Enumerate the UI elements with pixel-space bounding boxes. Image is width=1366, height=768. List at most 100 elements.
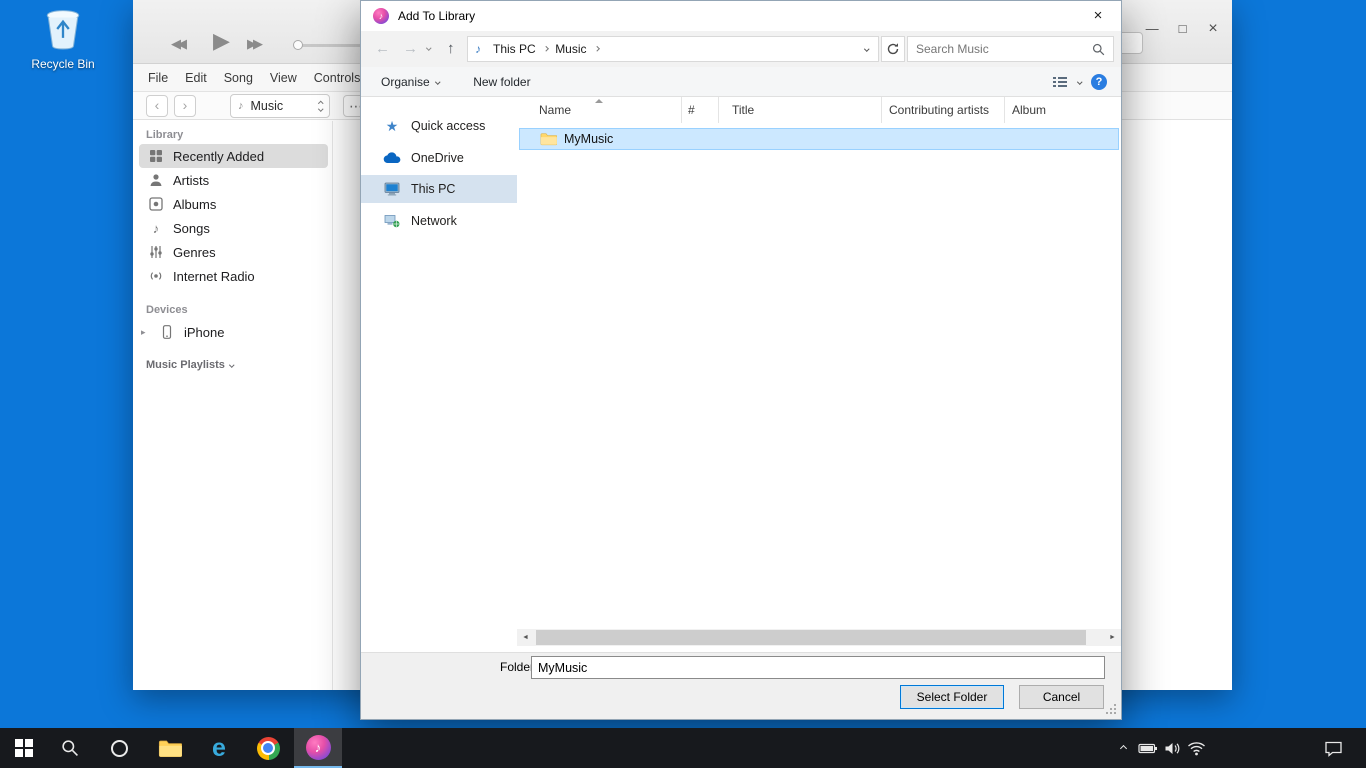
toolbar-right-group: ? bbox=[1052, 74, 1108, 90]
menu-edit[interactable]: Edit bbox=[185, 71, 207, 85]
chevron-up-icon bbox=[1119, 744, 1126, 751]
recent-locations-chevron[interactable] bbox=[426, 45, 431, 50]
rewind-button[interactable]: ◀◀ bbox=[171, 36, 183, 52]
breadcrumb-chevron-icon[interactable] bbox=[594, 47, 599, 52]
file-row-mymusic[interactable]: MyMusic bbox=[519, 128, 1119, 150]
music-playlists-header[interactable]: Music Playlists bbox=[146, 359, 233, 371]
menu-file[interactable]: File bbox=[148, 71, 168, 85]
media-picker-dropdown[interactable]: ♪ Music bbox=[230, 94, 330, 118]
dialog-title: Add To Library bbox=[398, 9, 475, 23]
cancel-button[interactable]: Cancel bbox=[1019, 685, 1104, 709]
sidebar-item-artists[interactable]: Artists bbox=[139, 168, 328, 192]
breadcrumb-chevron-icon[interactable] bbox=[543, 47, 548, 52]
sidebar-item-albums[interactable]: Albums bbox=[139, 192, 328, 216]
new-folder-button[interactable]: New folder bbox=[473, 75, 530, 89]
column-header-contributing-artists[interactable]: Contributing artists bbox=[882, 97, 1005, 123]
organise-button[interactable]: Organise bbox=[381, 75, 439, 89]
column-header-number[interactable]: # bbox=[682, 97, 719, 123]
dialog-footer: Folder: Select Folder Cancel bbox=[361, 652, 1121, 719]
sidebar-item-iphone[interactable]: ▸ iPhone bbox=[139, 320, 328, 344]
breadcrumb-music[interactable]: Music bbox=[550, 37, 591, 61]
file-explorer-button[interactable] bbox=[146, 728, 194, 768]
search-box[interactable] bbox=[907, 36, 1114, 62]
minimize-button[interactable]: — bbox=[1139, 21, 1165, 36]
sidebar-item-label: Genres bbox=[173, 245, 216, 260]
search-input[interactable] bbox=[916, 42, 1086, 56]
battery-glyph bbox=[1138, 740, 1158, 757]
sidebar-item-internet-radio[interactable]: Internet Radio bbox=[139, 264, 328, 288]
play-button[interactable]: ▶ bbox=[213, 28, 230, 54]
recycle-bin-icon[interactable]: Recycle Bin bbox=[28, 8, 98, 71]
sidebar-item-recently-added[interactable]: Recently Added bbox=[139, 144, 328, 168]
back-button[interactable]: ← bbox=[375, 40, 390, 58]
column-header-album[interactable]: Album bbox=[1005, 97, 1121, 123]
song-note-icon: ♪ bbox=[148, 221, 164, 236]
nav-item-label: Quick access bbox=[411, 119, 485, 133]
folder-name-input[interactable] bbox=[531, 656, 1105, 679]
column-header-title[interactable]: Title bbox=[719, 97, 882, 123]
dialog-titlebar[interactable]: ♪ Add To Library × bbox=[361, 1, 1121, 31]
refresh-button[interactable] bbox=[881, 36, 905, 62]
internet-explorer-button[interactable]: e bbox=[195, 728, 243, 768]
itunes-icon: ♪ bbox=[306, 735, 331, 760]
forward-button[interactable]: → bbox=[403, 40, 418, 58]
nav-item-label: This PC bbox=[411, 182, 455, 196]
details-view-icon[interactable] bbox=[1052, 75, 1068, 89]
sidebar-item-label: Songs bbox=[173, 221, 210, 236]
volume-icon[interactable] bbox=[1160, 728, 1184, 768]
column-header-name[interactable]: Name bbox=[517, 97, 682, 123]
sidebar-item-genres[interactable]: Genres bbox=[139, 240, 328, 264]
sidebar-item-songs[interactable]: ♪ Songs bbox=[139, 216, 328, 240]
sidebar-item-label: Artists bbox=[173, 173, 209, 188]
sidebar-item-label: iPhone bbox=[184, 325, 224, 340]
star-icon: ★ bbox=[383, 118, 401, 135]
scrollbar-thumb[interactable] bbox=[536, 630, 1086, 645]
iphone-icon bbox=[159, 325, 175, 339]
address-bar[interactable]: ♪ This PC Music bbox=[467, 36, 879, 62]
nav-item-onedrive[interactable]: OneDrive bbox=[361, 144, 517, 172]
scroll-right-button[interactable]: ► bbox=[1104, 629, 1121, 646]
menu-view[interactable]: View bbox=[270, 71, 297, 85]
select-folder-button[interactable]: Select Folder bbox=[900, 685, 1004, 709]
nav-item-this-pc[interactable]: This PC bbox=[361, 175, 517, 203]
search-icon bbox=[61, 739, 79, 757]
itunes-sidebar: Library Recently Added Artists Albums bbox=[133, 121, 333, 690]
address-dropdown-chevron[interactable] bbox=[856, 47, 878, 51]
file-list-pane: Name # Title Contributing artists Album bbox=[517, 97, 1121, 653]
view-options-chevron[interactable] bbox=[1077, 79, 1082, 84]
maximize-button[interactable]: □ bbox=[1170, 21, 1196, 36]
up-button[interactable]: ↑ bbox=[447, 40, 455, 58]
itunes-taskbar-button[interactable]: ♪ bbox=[294, 728, 342, 768]
nav-item-network[interactable]: Network bbox=[361, 207, 517, 235]
disclosure-triangle-icon[interactable]: ▸ bbox=[141, 327, 150, 338]
battery-icon[interactable] bbox=[1136, 728, 1160, 768]
menu-controls[interactable]: Controls bbox=[314, 71, 361, 85]
volume-knob[interactable] bbox=[293, 40, 303, 50]
fast-forward-button[interactable]: ▶▶ bbox=[247, 36, 259, 52]
action-center-button[interactable] bbox=[1318, 728, 1348, 768]
itunes-forward-button[interactable]: › bbox=[174, 95, 196, 117]
cortana-button[interactable] bbox=[95, 728, 143, 768]
dialog-navigation-row: ← → ↑ ♪ This PC Music bbox=[361, 31, 1121, 67]
updown-arrows-icon bbox=[319, 102, 323, 111]
chrome-button[interactable] bbox=[244, 728, 292, 768]
itunes-back-button[interactable]: ‹ bbox=[146, 95, 168, 117]
start-button[interactable] bbox=[0, 728, 48, 768]
taskbar: e ♪ bbox=[0, 728, 1366, 768]
menu-song[interactable]: Song bbox=[224, 71, 253, 85]
scroll-left-button[interactable]: ◄ bbox=[517, 629, 534, 646]
search-icon bbox=[1092, 43, 1105, 56]
help-button[interactable]: ? bbox=[1091, 74, 1107, 90]
dialog-close-button[interactable]: × bbox=[1075, 1, 1121, 31]
sidebar-item-label: Albums bbox=[173, 197, 216, 212]
show-hidden-icons-button[interactable] bbox=[1111, 728, 1135, 768]
horizontal-scrollbar[interactable]: ◄ ► bbox=[517, 629, 1121, 646]
network-icon[interactable] bbox=[1184, 728, 1208, 768]
taskbar-search-button[interactable] bbox=[46, 728, 94, 768]
nav-item-quick-access[interactable]: ★ Quick access bbox=[361, 112, 517, 140]
itunes-window-controls: — □ × bbox=[1139, 20, 1226, 38]
album-icon bbox=[148, 197, 164, 211]
close-button[interactable]: × bbox=[1200, 20, 1226, 38]
resize-grip[interactable] bbox=[1114, 704, 1116, 706]
breadcrumb-this-pc[interactable]: This PC bbox=[488, 37, 541, 61]
